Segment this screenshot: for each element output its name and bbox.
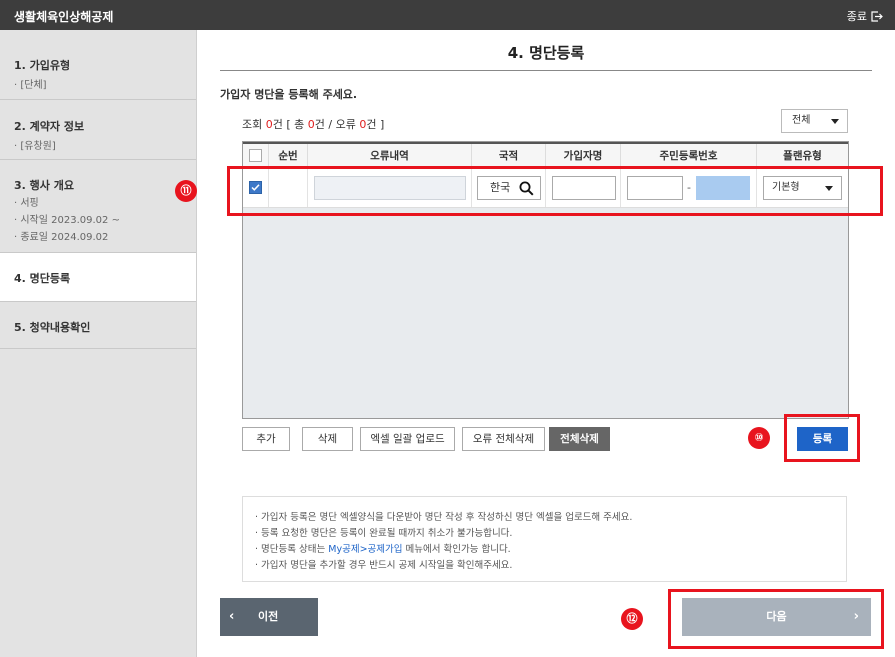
prev-button[interactable]: ‹ 이전 <box>220 598 318 636</box>
register-button[interactable]: 등록 <box>797 427 848 451</box>
filter-select[interactable]: 전체 <box>781 109 848 133</box>
sidebar-step-4-label: 4. 명단등록 <box>14 272 71 285</box>
nationality-value: 한국 <box>490 181 511 194</box>
count-prefix: 조회 <box>242 118 266 131</box>
sidebar-step-5-label: 5. 청약내용확인 <box>14 321 91 334</box>
delete-errors-button[interactable]: 오류 전체삭제 <box>462 427 545 451</box>
exit-button[interactable]: 종료 <box>847 8 883 24</box>
header-nationality: 국적 <box>472 144 546 168</box>
row-rrn-cell: - <box>621 168 757 207</box>
exit-label: 종료 <box>846 10 867 23</box>
search-icon[interactable] <box>519 181 534 196</box>
count-found: 0 <box>265 118 273 131</box>
notice-box: · 가입자 등록은 명단 엑셀양식을 다운받아 명단 작성 후 작성하신 명단 … <box>242 496 847 582</box>
nationality-field[interactable]: 한국 <box>477 176 541 200</box>
prev-button-label: 이전 <box>258 610 279 623</box>
step-sidebar: 1. 가입유형 · [단체] 2. 계약자 정보 · [유창원] 3. 행사 개… <box>0 30 197 657</box>
check-icon <box>251 184 260 191</box>
sidebar-step-3-detail-2: · 시작일 2023.09.02 ~ <box>14 215 120 226</box>
delete-row-button[interactable]: 삭제 <box>302 427 353 451</box>
row-error-cell <box>308 168 472 207</box>
sidebar-step-1[interactable]: 1. 가입유형 · [단체] <box>0 30 196 100</box>
rrn-front-input[interactable] <box>627 176 683 200</box>
app-title: 생활체육인상해공제 <box>14 10 114 24</box>
chevron-down-icon <box>831 119 839 124</box>
title-divider <box>220 70 872 71</box>
row-seq-cell <box>269 168 308 207</box>
sidebar-step-1-detail: · [단체] <box>14 80 47 91</box>
plan-select-value: 기본형 <box>772 182 800 193</box>
plan-select[interactable]: 기본형 <box>763 176 842 200</box>
header-seq: 순번 <box>269 144 308 168</box>
sidebar-step-3[interactable]: 3. 행사 개요 · 서핑 · 시작일 2023.09.02 ~ · 종료일 2… <box>0 160 196 253</box>
chevron-right-icon: › <box>853 609 859 624</box>
header-name: 가입자명 <box>546 144 621 168</box>
notice-line-4: · 가입자 명단을 추가할 경우 반드시 공제 시작일을 확인해주세요. <box>255 560 513 571</box>
chevron-left-icon: ‹ <box>229 609 235 624</box>
row-plan-cell: 기본형 <box>757 168 848 207</box>
member-name-input[interactable] <box>552 176 616 200</box>
annotation-badge-11: ⑪ <box>175 180 197 202</box>
sidebar-step-4[interactable]: 4. 명단등록 <box>0 253 196 302</box>
add-row-button[interactable]: 추가 <box>242 427 290 451</box>
row-select-cell <box>243 168 269 207</box>
rrn-back-input[interactable] <box>696 176 750 200</box>
sidebar-step-3-detail-1: · 서핑 <box>14 198 39 209</box>
notice-line-1: · 가입자 등록은 명단 엑셀양식을 다운받아 명단 작성 후 작성하신 명단 … <box>255 512 633 523</box>
select-all-checkbox[interactable] <box>249 149 262 162</box>
chevron-down-icon <box>825 186 833 191</box>
next-button[interactable]: 다음 › <box>682 598 871 636</box>
intro-text: 가입자 명단을 등록해 주세요. <box>220 88 358 101</box>
next-button-label: 다음 <box>766 610 787 623</box>
member-grid: 순번 오류내역 국적 가입자명 주민등록번호 플랜유형 한국 - 기본형 <box>242 141 849 419</box>
notice-line-3-prefix: · 명단등록 상태는 <box>255 544 329 555</box>
notice-line-3: · 명단등록 상태는 My공제>공제가입 메뉴에서 확인가능 합니다. <box>255 542 846 558</box>
row-name-cell <box>546 168 621 207</box>
result-count: 조회 0건 [ 총 0건 / 오류 0건 ] <box>242 116 384 132</box>
rrn-separator: - <box>687 181 691 194</box>
count-mid1: 건 [ 총 <box>272 118 308 131</box>
header-rrn: 주민등록번호 <box>621 144 757 168</box>
sidebar-step-3-detail-3: · 종료일 2024.09.02 <box>14 232 109 243</box>
error-detail-field <box>314 176 466 200</box>
grid-header: 순번 오류내역 국적 가입자명 주민등록번호 플랜유형 <box>243 142 848 168</box>
row-checkbox[interactable] <box>249 181 262 194</box>
notice-line-2: · 등록 요청한 명단은 등록이 완료될 때까지 취소가 불가능합니다. <box>255 528 513 539</box>
filter-select-value: 전체 <box>792 115 811 126</box>
page-title: 4. 명단등록 <box>507 44 585 62</box>
exit-icon <box>871 10 883 22</box>
annotation-badge-12: ⑫ <box>621 608 643 630</box>
header-select-all-cell <box>243 144 269 168</box>
sidebar-step-5[interactable]: 5. 청약내용확인 <box>0 302 196 349</box>
delete-all-button[interactable]: 전체삭제 <box>549 427 610 451</box>
my-deduction-link[interactable]: My공제>공제가입 <box>328 544 402 555</box>
notice-line-3-suffix: 메뉴에서 확인가능 합니다. <box>402 544 511 555</box>
header-error: 오류내역 <box>308 144 472 168</box>
table-row: 한국 - 기본형 <box>243 168 848 208</box>
count-suffix: 건 ] <box>366 118 385 131</box>
excel-upload-button[interactable]: 엑셀 일괄 업로드 <box>360 427 455 451</box>
annotation-badge-10: ⑩ <box>748 427 770 449</box>
sidebar-step-3-label: 3. 행사 개요 <box>14 179 74 192</box>
sidebar-step-1-label: 1. 가입유형 <box>14 59 71 72</box>
title-bar: 생활체육인상해공제 종료 <box>0 0 895 30</box>
sidebar-step-2-detail: · [유창원] <box>14 141 56 152</box>
row-nationality-cell: 한국 <box>472 168 546 207</box>
header-plan: 플랜유형 <box>783 150 822 162</box>
sidebar-step-2[interactable]: 2. 계약자 정보 · [유창원] <box>0 100 196 160</box>
count-mid2: 건 / 오류 <box>314 118 360 131</box>
count-total: 0 <box>307 118 315 131</box>
sidebar-step-2-label: 2. 계약자 정보 <box>14 120 85 133</box>
